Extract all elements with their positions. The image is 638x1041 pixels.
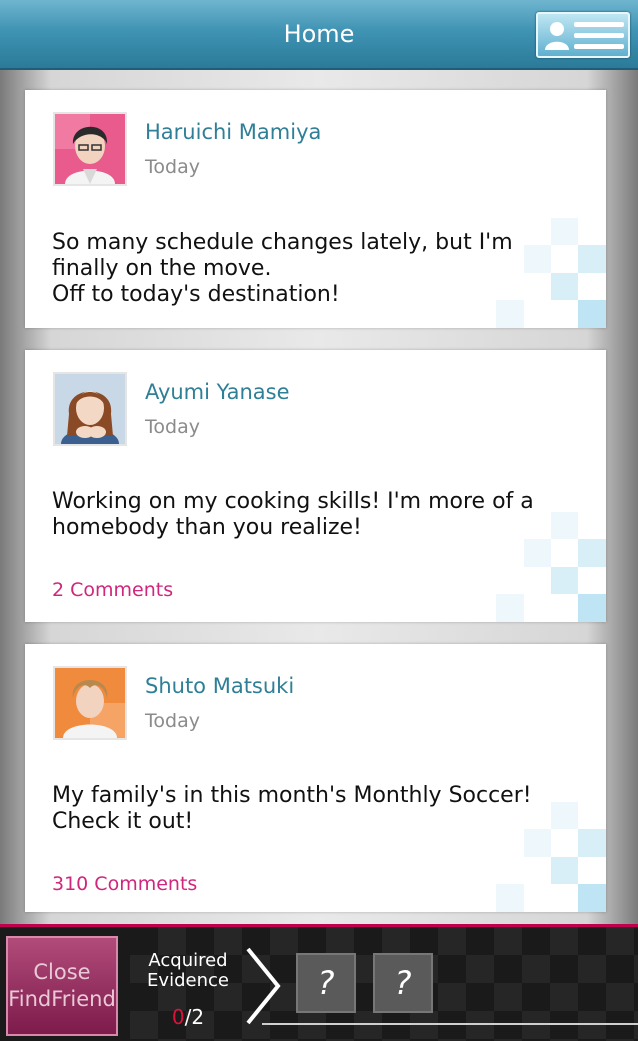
evidence-slot-1[interactable]: ? [296,953,356,1013]
avatar-haruichi[interactable] [53,112,127,186]
post-text: Working on my cooking skills! I'm more o… [52,489,534,540]
evidence-title: Acquired Evidence [140,951,236,991]
findfriend-label: FindFriend [8,987,116,1011]
post-card[interactable]: Haruichi Mamiya Today So many schedule c… [25,90,606,328]
person-icon [545,22,569,50]
header-bar: Home [0,0,638,70]
post-author-name[interactable]: Shuto Matsuki [145,674,294,698]
avatar-shuto[interactable] [53,666,127,740]
evidence-count: 0/2 [140,1005,236,1029]
profile-list-button[interactable] [536,12,630,58]
evidence-slot-2[interactable]: ? [373,953,433,1013]
comments-link[interactable]: 310 Comments [52,873,197,895]
divider [262,1023,638,1025]
evidence-label-line1: Acquired [148,950,228,971]
page-title: Home [283,20,355,48]
avatar-ayumi[interactable] [53,372,127,446]
list-lines-icon [574,22,624,55]
evidence-bar: Close FindFriend Acquired Evidence 0/2 ?… [0,924,638,1041]
post-time: Today [145,416,200,438]
post-card[interactable]: Shuto Matsuki Today My family's in this … [25,644,606,912]
post-text: My family's in this month's Monthly Socc… [52,783,532,834]
comments-link[interactable]: 2 Comments [52,579,173,601]
evidence-acquired: 0 [171,1005,185,1029]
post-author-name[interactable]: Ayumi Yanase [145,380,290,404]
post-time: Today [145,156,200,178]
post-time: Today [145,710,200,732]
close-label: Close [33,960,91,984]
post-card[interactable]: Ayumi Yanase Today Working on my cooking… [25,350,606,622]
evidence-label-line2: Evidence [147,970,229,991]
evidence-total: /2 [184,1005,205,1029]
close-findfriend-button[interactable]: Close FindFriend [6,936,118,1036]
post-author-name[interactable]: Haruichi Mamiya [145,120,321,144]
post-text: So many schedule changes lately, but I'm… [52,230,513,307]
chevron-right-icon [246,947,281,1025]
